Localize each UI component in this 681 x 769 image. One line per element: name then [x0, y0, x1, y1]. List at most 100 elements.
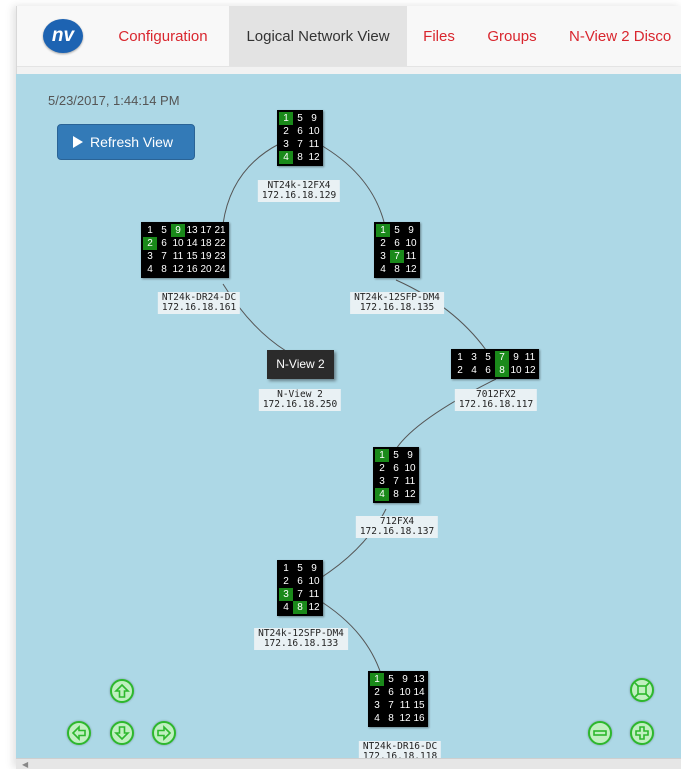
tab-configuration[interactable]: Configuration	[105, 6, 221, 66]
switch-port[interactable]: 3	[143, 250, 157, 263]
switch-port[interactable]: 1	[279, 112, 293, 125]
switch-port[interactable]: 8	[389, 488, 403, 501]
switch-port[interactable]: 12	[171, 263, 185, 276]
switch-port[interactable]: 2	[143, 237, 157, 250]
switch-port[interactable]: 16	[412, 712, 426, 725]
device-node[interactable]: 1 5 9 2 6 10 3 7 11 4 8 12	[373, 447, 419, 503]
switch-port[interactable]: 5	[384, 673, 398, 686]
switch-port[interactable]: 1	[453, 351, 467, 364]
switch-port[interactable]: 16	[185, 263, 199, 276]
switch-port[interactable]: 3	[376, 250, 390, 263]
switch-port[interactable]: 13	[185, 224, 199, 237]
switch-port[interactable]: 23	[213, 250, 227, 263]
switch-port[interactable]: 9	[404, 224, 418, 237]
switch-port[interactable]: 11	[523, 351, 537, 364]
switch-port[interactable]: 15	[185, 250, 199, 263]
switch-port[interactable]: 5	[293, 562, 307, 575]
switch-port[interactable]: 5	[157, 224, 171, 237]
horizontal-scrollbar[interactable]: ◀	[16, 758, 681, 769]
device-node[interactable]: 1 5 9 13 17 21 2 6 10 14 18 22 3 7 11 15 19 23 4 8 12 16 20 24	[141, 222, 229, 278]
switch-port[interactable]: 21	[213, 224, 227, 237]
switch-port[interactable]: 1	[376, 224, 390, 237]
switch-port[interactable]: 19	[199, 250, 213, 263]
switch-port[interactable]: 1	[370, 673, 384, 686]
switch-port[interactable]: 22	[213, 237, 227, 250]
switch-port[interactable]: 4	[279, 151, 293, 164]
switch-port[interactable]: 7	[389, 475, 403, 488]
switch-port[interactable]: 3	[370, 699, 384, 712]
switch-port[interactable]: 12	[404, 263, 418, 276]
switch-port[interactable]: 12	[307, 601, 321, 614]
switch-port[interactable]: 11	[307, 138, 321, 151]
switch-port[interactable]: 3	[279, 138, 293, 151]
switch-port[interactable]: 10	[403, 462, 417, 475]
switch-port[interactable]: 10	[509, 364, 523, 377]
switch-port[interactable]: 17	[199, 224, 213, 237]
switch-port[interactable]: 9	[171, 224, 185, 237]
zoom-in-button[interactable]	[630, 721, 654, 745]
switch-port[interactable]: 7	[157, 250, 171, 263]
switch-port[interactable]: 1	[279, 562, 293, 575]
switch-port[interactable]: 6	[389, 462, 403, 475]
switch-port[interactable]: 9	[307, 562, 321, 575]
switch-port[interactable]: 24	[213, 263, 227, 276]
switch-port[interactable]: 4	[467, 364, 481, 377]
switch-port[interactable]: 2	[376, 237, 390, 250]
switch-port[interactable]: 6	[390, 237, 404, 250]
switch-port[interactable]: 10	[398, 686, 412, 699]
switch-port[interactable]: 4	[370, 712, 384, 725]
pan-left-button[interactable]	[67, 721, 91, 745]
switch-port[interactable]: 12	[523, 364, 537, 377]
switch-port[interactable]: 11	[398, 699, 412, 712]
switch-port[interactable]: 10	[404, 237, 418, 250]
tab-groups[interactable]: Groups	[477, 6, 547, 66]
switch-port[interactable]: 13	[412, 673, 426, 686]
switch-port[interactable]: 11	[403, 475, 417, 488]
switch-port[interactable]: 9	[403, 449, 417, 462]
device-node[interactable]: 1 3 5 7 9 11 2 4 6 8 10 12	[451, 349, 539, 379]
switch-port[interactable]: 6	[293, 575, 307, 588]
tab-files[interactable]: Files	[407, 6, 471, 66]
switch-port[interactable]: 3	[279, 588, 293, 601]
switch-port[interactable]: 15	[412, 699, 426, 712]
device-node[interactable]: 1 5 9 13 2 6 10 14 3 7 11 15 4 8 12 16	[368, 671, 428, 727]
tab-nview2-discovery[interactable]: N-View 2 Disco	[569, 6, 681, 66]
switch-port[interactable]: 8	[495, 364, 509, 377]
switch-port[interactable]: 20	[199, 263, 213, 276]
switch-port[interactable]: 8	[390, 263, 404, 276]
switch-port[interactable]: 14	[412, 686, 426, 699]
switch-port[interactable]: 2	[279, 125, 293, 138]
switch-port[interactable]: 1	[375, 449, 389, 462]
switch-port[interactable]: 5	[390, 224, 404, 237]
pan-down-button[interactable]	[110, 721, 134, 745]
switch-port[interactable]: 8	[384, 712, 398, 725]
nview2-node[interactable]: N-View 2	[267, 350, 334, 379]
switch-port[interactable]: 7	[384, 699, 398, 712]
switch-port[interactable]: 6	[481, 364, 495, 377]
switch-port[interactable]: 12	[307, 151, 321, 164]
pan-right-button[interactable]	[152, 721, 176, 745]
switch-port[interactable]: 14	[185, 237, 199, 250]
switch-port[interactable]: 8	[293, 151, 307, 164]
switch-port[interactable]: 7	[293, 588, 307, 601]
switch-port[interactable]: 2	[370, 686, 384, 699]
switch-port[interactable]: 5	[389, 449, 403, 462]
switch-port[interactable]: 2	[375, 462, 389, 475]
switch-port[interactable]: 6	[293, 125, 307, 138]
tab-logical-network-view[interactable]: Logical Network View	[229, 6, 407, 66]
pan-up-button[interactable]	[110, 679, 134, 703]
switch-port[interactable]: 1	[143, 224, 157, 237]
switch-port[interactable]: 4	[143, 263, 157, 276]
switch-port[interactable]: 9	[509, 351, 523, 364]
switch-port[interactable]: 8	[293, 601, 307, 614]
switch-port[interactable]: 10	[307, 575, 321, 588]
fit-to-screen-button[interactable]	[630, 678, 654, 702]
switch-port[interactable]: 6	[157, 237, 171, 250]
switch-port[interactable]: 7	[293, 138, 307, 151]
switch-port[interactable]: 11	[307, 588, 321, 601]
switch-port[interactable]: 18	[199, 237, 213, 250]
zoom-out-button[interactable]	[588, 721, 612, 745]
switch-port[interactable]: 2	[453, 364, 467, 377]
switch-port[interactable]: 2	[279, 575, 293, 588]
device-node[interactable]: 1 5 9 2 6 10 3 7 11 4 8 12	[277, 560, 323, 616]
